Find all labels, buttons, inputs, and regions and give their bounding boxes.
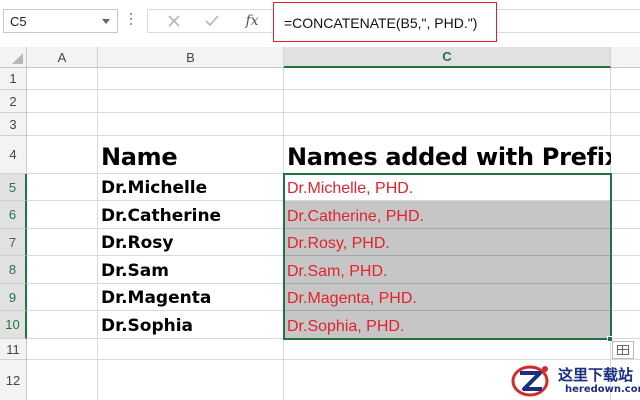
row-header-6[interactable]: 6 — [0, 201, 27, 229]
cell-b2[interactable] — [98, 90, 284, 113]
select-all-button[interactable] — [0, 47, 27, 68]
cell-d10[interactable] — [611, 311, 640, 339]
cell-d3[interactable] — [611, 113, 640, 136]
cell-a5[interactable] — [27, 174, 98, 201]
result-value: Dr.Magenta, PHD. — [287, 290, 417, 307]
name-value: Dr.Sophia — [101, 316, 194, 336]
quick-analysis-button[interactable] — [612, 341, 634, 359]
column-header-a[interactable]: A — [27, 47, 98, 68]
name-value: Dr.Catherine — [101, 206, 222, 226]
cell-c10[interactable]: Dr.Sophia, PHD. — [284, 311, 611, 339]
name-value: Dr.Sam — [101, 261, 169, 281]
cell-b6[interactable]: Dr.Catherine — [98, 201, 284, 229]
name-value: Dr.Michelle — [101, 178, 208, 198]
name-box[interactable]: C5 — [3, 9, 118, 33]
function-icon: fx — [245, 13, 259, 29]
name-heading: Name — [101, 143, 178, 171]
row-header-10[interactable]: 10 — [0, 311, 27, 339]
row-header-7[interactable]: 7 — [0, 229, 27, 256]
cell-c4[interactable]: Names added with Prefix — [284, 136, 620, 174]
row-header-3[interactable]: 3 — [0, 113, 27, 136]
row-header-8[interactable]: 8 — [0, 256, 27, 284]
cell-b9[interactable]: Dr.Magenta — [98, 284, 284, 311]
chevron-down-icon[interactable] — [102, 19, 110, 24]
watermark: 这里下载站 heredown.com — [508, 360, 640, 400]
check-icon — [205, 15, 219, 27]
cell-a3[interactable] — [27, 113, 98, 136]
cell-b1[interactable] — [98, 68, 284, 90]
cell-a10[interactable] — [27, 311, 98, 339]
close-icon — [168, 15, 180, 27]
cell-c3[interactable] — [284, 113, 611, 136]
cell-a6[interactable] — [27, 201, 98, 229]
cell-b10[interactable]: Dr.Sophia — [98, 311, 284, 339]
cancel-button[interactable] — [156, 10, 192, 32]
formula-input[interactable]: =CONCATENATE(B5,", PHD.") — [273, 2, 497, 42]
formula-input-extension[interactable] — [497, 9, 640, 33]
name-value: Dr.Magenta — [101, 288, 212, 308]
column-header-d[interactable] — [611, 47, 640, 68]
column-header-b[interactable]: B — [98, 47, 284, 68]
cell-d9[interactable] — [611, 284, 640, 311]
row-header-5[interactable]: 5 — [0, 174, 27, 201]
column-header-c[interactable]: C — [284, 47, 611, 68]
cell-d2[interactable] — [611, 90, 640, 113]
cell-b11[interactable] — [98, 339, 284, 360]
cell-a1[interactable] — [27, 68, 98, 90]
cell-c9[interactable]: Dr.Magenta, PHD. — [284, 284, 611, 311]
watermark-url-text: heredown.com — [565, 384, 640, 395]
result-heading: Names added with Prefix — [287, 143, 620, 171]
insert-function-button[interactable]: fx — [234, 10, 270, 32]
worksheet-grid: A B C 1 2 3 4 5 6 7 8 9 10 11 12 Name Na… — [0, 47, 640, 400]
heredown-logo-icon — [511, 365, 549, 397]
name-value: Dr.Rosy — [101, 233, 174, 253]
formula-buttons: fx — [147, 9, 273, 33]
more-options-icon — [129, 13, 133, 29]
name-box-value: C5 — [10, 14, 27, 29]
cell-c7[interactable]: Dr.Rosy, PHD. — [284, 229, 611, 256]
cell-b4[interactable]: Name — [98, 136, 284, 174]
result-value: Dr.Catherine, PHD. — [287, 208, 424, 225]
row-header-4[interactable]: 4 — [0, 136, 27, 174]
cell-d8[interactable] — [611, 256, 640, 284]
formula-bar: C5 fx =CONCATENATE(B5,", PHD.") — [0, 0, 640, 48]
formula-text: =CONCATENATE(B5,", PHD.") — [284, 15, 478, 31]
result-value: Dr.Sophia, PHD. — [287, 318, 405, 335]
row-header-12[interactable]: 12 — [0, 360, 27, 400]
cell-c8[interactable]: Dr.Sam, PHD. — [284, 256, 611, 284]
cell-c1[interactable] — [284, 68, 611, 90]
cell-a2[interactable] — [27, 90, 98, 113]
cell-c5[interactable]: Dr.Michelle, PHD. — [284, 174, 611, 201]
cell-a4[interactable] — [27, 136, 98, 174]
cell-b3[interactable] — [98, 113, 284, 136]
watermark-chinese-text: 这里下载站 — [558, 366, 634, 384]
cell-b5[interactable]: Dr.Michelle — [98, 174, 284, 201]
cell-a12[interactable] — [27, 360, 98, 400]
cell-d5[interactable] — [611, 174, 640, 201]
row-header-9[interactable]: 9 — [0, 284, 27, 311]
cell-a7[interactable] — [27, 229, 98, 256]
cell-a11[interactable] — [27, 339, 98, 360]
cell-a8[interactable] — [27, 256, 98, 284]
cell-b8[interactable]: Dr.Sam — [98, 256, 284, 284]
cell-b7[interactable]: Dr.Rosy — [98, 229, 284, 256]
row-header-2[interactable]: 2 — [0, 90, 27, 113]
cell-d1[interactable] — [611, 68, 640, 90]
result-value: Dr.Michelle, PHD. — [287, 180, 414, 197]
quick-analysis-icon — [617, 345, 629, 355]
cell-c6[interactable]: Dr.Catherine, PHD. — [284, 201, 611, 229]
cell-d4[interactable] — [611, 136, 640, 174]
cell-c11[interactable] — [284, 339, 611, 360]
result-value: Dr.Rosy, PHD. — [287, 235, 390, 252]
enter-button[interactable] — [194, 10, 230, 32]
cell-c2[interactable] — [284, 90, 611, 113]
cell-b12[interactable] — [98, 360, 284, 400]
cell-d7[interactable] — [611, 229, 640, 256]
result-value: Dr.Sam, PHD. — [287, 263, 388, 280]
cell-a9[interactable] — [27, 284, 98, 311]
row-header-1[interactable]: 1 — [0, 68, 27, 90]
cell-d6[interactable] — [611, 201, 640, 229]
row-header-11[interactable]: 11 — [0, 339, 27, 360]
